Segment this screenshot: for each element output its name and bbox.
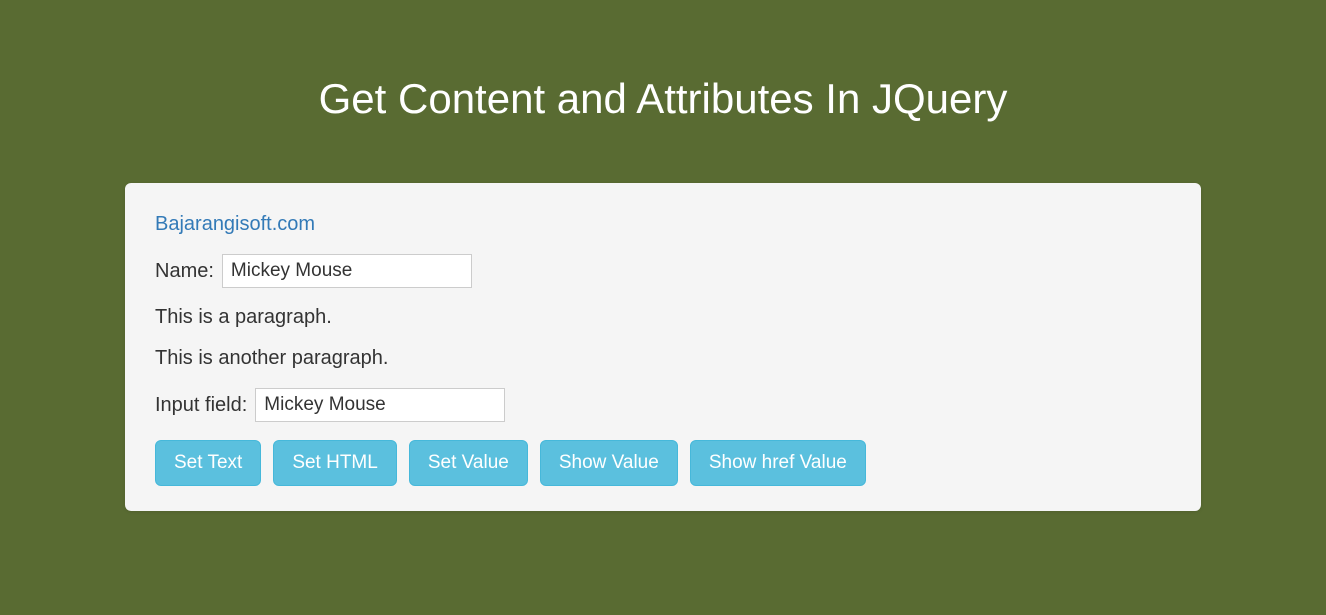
show-value-button[interactable]: Show Value <box>540 440 678 486</box>
name-label: Name: <box>155 260 214 283</box>
input-field-row: Input field: <box>155 388 1171 422</box>
paragraph-1: This is a paragraph. <box>155 306 1171 329</box>
paragraph-2: This is another paragraph. <box>155 347 1171 370</box>
show-href-button[interactable]: Show href Value <box>690 440 866 486</box>
input-field-label: Input field: <box>155 394 247 417</box>
set-value-button[interactable]: Set Value <box>409 440 528 486</box>
name-row: Name: <box>155 254 1171 288</box>
set-text-button[interactable]: Set Text <box>155 440 261 486</box>
button-row: Set Text Set HTML Set Value Show Value S… <box>155 440 1171 486</box>
set-html-button[interactable]: Set HTML <box>273 440 397 486</box>
input-field-input[interactable] <box>255 388 505 422</box>
page-title: Get Content and Attributes In JQuery <box>0 0 1326 183</box>
demo-card: Bajarangisoft.com Name: This is a paragr… <box>125 183 1201 511</box>
site-link[interactable]: Bajarangisoft.com <box>155 213 315 236</box>
name-input[interactable] <box>222 254 472 288</box>
